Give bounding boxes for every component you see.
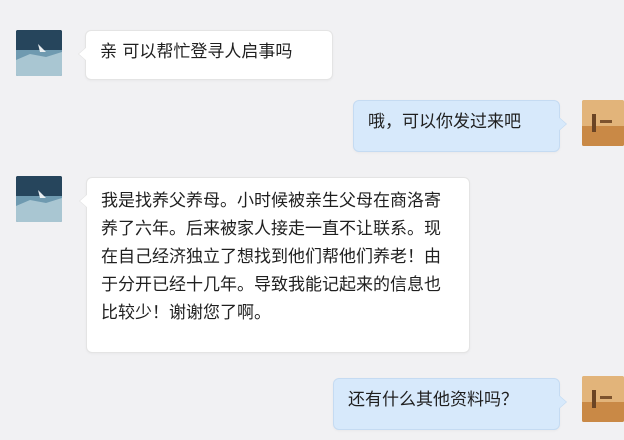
- message-text: 哦，可以你发过来吧: [368, 112, 521, 132]
- incoming-message-bubble[interactable]: 我是找养父养母。小时候被亲生父母在商洛寄养了六年。后来被家人接走一直不让联系。现…: [79, 177, 470, 353]
- message-text: 我是找养父养母。小时候被亲生父母在商洛寄养了六年。后来被家人接走一直不让联系。现…: [101, 191, 441, 323]
- sunset-avatar-icon[interactable]: [582, 100, 624, 146]
- sunset-avatar-icon[interactable]: [582, 376, 624, 422]
- sunset-avatar-image: [582, 376, 624, 422]
- outgoing-message-bubble[interactable]: 还有什么其他资料吗？: [333, 378, 567, 430]
- outgoing-message-bubble[interactable]: 哦，可以你发过来吧: [353, 100, 567, 152]
- landscape-avatar-image: [16, 176, 62, 222]
- message-text: 亲 可以帮忙登寻人启事吗: [100, 42, 293, 62]
- landscape-avatar-icon[interactable]: [16, 30, 62, 76]
- sunset-avatar-image: [582, 100, 624, 146]
- incoming-message-bubble[interactable]: 亲 可以帮忙登寻人启事吗: [78, 30, 333, 80]
- chat-thread: 亲 可以帮忙登寻人启事吗 哦，可以你发过来吧 我是找养父养母。小时候被亲生父母在…: [0, 0, 624, 440]
- message-text: 还有什么其他资料吗？: [348, 390, 518, 410]
- landscape-avatar-icon[interactable]: [16, 176, 62, 222]
- landscape-avatar-image: [16, 30, 62, 76]
